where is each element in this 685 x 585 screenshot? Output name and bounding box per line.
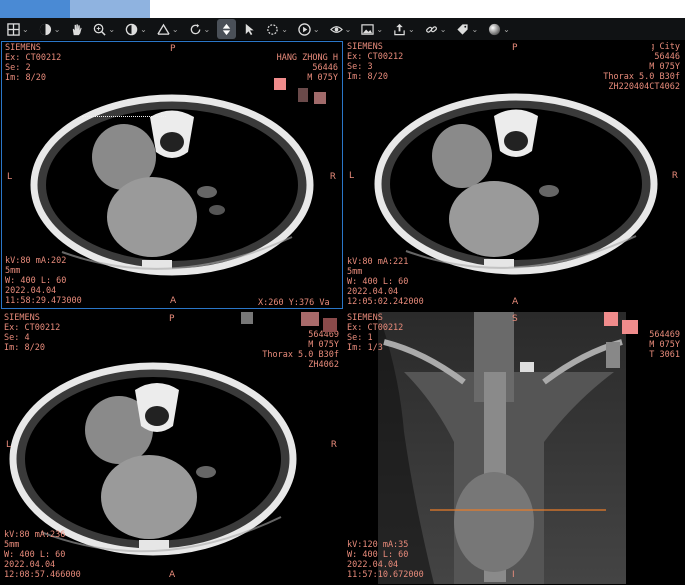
overlay-top-left: SIEMENS Ex: CT00212 Se: 1 Im: 1/3 (347, 313, 404, 353)
title-strip-accent-2 (70, 0, 150, 18)
chevron-down-icon: ⌄ (22, 24, 29, 34)
layout-grid-icon (7, 22, 20, 36)
window-level-button[interactable]: ⌄ (36, 19, 64, 39)
layout-grid-button[interactable]: ⌄ (4, 19, 32, 39)
overlay-top-right: 564469 M 075Y T 3061 (649, 330, 680, 360)
orientation-right: R (329, 172, 336, 182)
measure-icon (157, 23, 170, 35)
image-icon (361, 23, 375, 35)
title-strip (0, 0, 685, 18)
orientation-left: L (349, 171, 355, 181)
viewport-grid: SIEMENS Ex: CT00212 Se: 2 Im: 8/20 HANG … (0, 40, 685, 585)
visibility-button[interactable]: ⌄ (327, 19, 355, 39)
measure-button[interactable]: ⌄ (154, 19, 182, 39)
zoom-icon (94, 23, 107, 36)
chevron-down-icon: ⌄ (376, 24, 384, 34)
pointer-icon (246, 23, 254, 35)
redaction-pixel (604, 312, 618, 326)
orientation-left: L (6, 440, 12, 450)
sphere-button[interactable]: ⌄ (485, 19, 513, 39)
viewer-toolbar: ⌄ ⌄ ⌄ ⌄ ⌄ ⌄ ⌄ ⌄ ⌄ ⌄ ⌄ ⌄ ⌄ ⌄ (0, 18, 685, 40)
roi-button[interactable]: ⌄ (263, 19, 291, 39)
orientation-top: S (512, 314, 518, 324)
orientation-right: R (671, 171, 678, 181)
pan-button[interactable] (67, 19, 86, 39)
chevron-down-icon: ⌄ (281, 24, 288, 34)
orientation-right: R (330, 440, 337, 450)
overlay-bottom-right: X:260 Y:376 Va (258, 298, 330, 308)
link-icon (425, 25, 437, 33)
orientation-top: P (169, 314, 175, 324)
rotate-button[interactable]: ⌄ (186, 19, 214, 39)
chevron-down-icon: ⌄ (203, 24, 211, 34)
chevron-down-icon: ⌄ (408, 24, 415, 34)
redaction-pixel (301, 312, 319, 326)
overlay-bottom-left: kV:80 mA:202 5mm W: 400 L: 60 2022.04.04… (5, 256, 82, 306)
overlay-top-left: SIEMENS Ex: CT00212 Se: 3 Im: 8/20 (347, 42, 404, 82)
overlay-bottom-left: kV:80 mA:236 5mm W: 400 L: 60 2022.04.04… (4, 530, 81, 580)
redaction-pixel (592, 41, 652, 51)
chevron-down-icon: ⌄ (344, 24, 352, 34)
viewport-2[interactable]: SIEMENS Ex: CT00212 Se: 3 Im: 8/20 Hang … (344, 41, 684, 309)
export-button[interactable]: ⌄ (390, 19, 418, 39)
chevron-down-icon: ⌄ (503, 24, 510, 34)
pan-hand-icon (73, 23, 83, 35)
rotate-icon (190, 23, 200, 34)
scroll-stack-icon (223, 23, 231, 35)
orientation-left: L (7, 172, 13, 182)
cine-play-icon (298, 22, 311, 36)
visibility-icon (329, 25, 343, 33)
chevron-down-icon: ⌄ (439, 24, 447, 34)
overlay-top-left: SIEMENS Ex: CT00212 Se: 4 Im: 8/20 (4, 313, 61, 353)
orientation-bottom: A (170, 296, 177, 306)
scroll-stack-button[interactable] (217, 19, 237, 39)
orientation-top: P (170, 44, 176, 54)
viewport-4[interactable]: SIEMENS Ex: CT00212 Se: 1 Im: 1/3 564469… (344, 312, 684, 584)
image-button[interactable]: ⌄ (358, 19, 386, 39)
chevron-down-icon: ⌄ (171, 24, 179, 34)
chevron-down-icon: ⌄ (140, 24, 147, 34)
roi-icon (267, 23, 279, 35)
chevron-down-icon: ⌄ (312, 24, 320, 34)
chevron-down-icon: ⌄ (53, 24, 61, 34)
overlay-top-right: 564469 M 075Y Thorax 5.0 B30f ZH4062 (262, 330, 339, 370)
orientation-top: P (512, 43, 518, 53)
redaction-pixel (298, 88, 308, 102)
orientation-bottom: A (169, 570, 176, 580)
cine-play-button[interactable]: ⌄ (295, 19, 323, 39)
overlay-top-left: SIEMENS Ex: CT00212 Se: 2 Im: 8/20 (5, 43, 62, 83)
orientation-bottom: I (512, 570, 515, 580)
export-icon (394, 23, 405, 35)
redaction-pixel (323, 318, 337, 332)
sphere-icon (489, 23, 501, 35)
orientation-bottom: A (512, 297, 519, 307)
zoom-button[interactable]: ⌄ (90, 19, 118, 39)
redaction-pixel (241, 312, 253, 324)
redaction-pixel (606, 342, 620, 368)
redaction-pixel (622, 320, 638, 334)
tag-button[interactable]: ⌄ (453, 19, 481, 39)
viewport-3[interactable]: SIEMENS Ex: CT00212 Se: 4 Im: 8/20 56446… (1, 312, 343, 584)
window-level-icon (39, 23, 51, 35)
title-strip-accent (0, 0, 70, 18)
redaction-pixel (314, 92, 326, 104)
overlay-bottom-left: kV:80 mA:221 5mm W: 400 L: 60 2022.04.04… (347, 257, 424, 307)
pointer-button[interactable] (240, 19, 259, 39)
viewport-1[interactable]: SIEMENS Ex: CT00212 Se: 2 Im: 8/20 HANG … (1, 41, 343, 309)
tag-icon (457, 23, 469, 35)
measurement-ruler[interactable] (82, 116, 166, 117)
overlay-bottom-left: kV:120 mA:35 W: 400 L: 60 2022.04.04 11:… (347, 540, 424, 580)
chevron-down-icon: ⌄ (471, 24, 479, 34)
link-button[interactable]: ⌄ (422, 19, 450, 39)
redaction-pixel (274, 78, 286, 90)
chevron-down-icon: ⌄ (108, 24, 116, 34)
invert-icon (125, 23, 138, 35)
invert-button[interactable]: ⌄ (122, 19, 150, 39)
